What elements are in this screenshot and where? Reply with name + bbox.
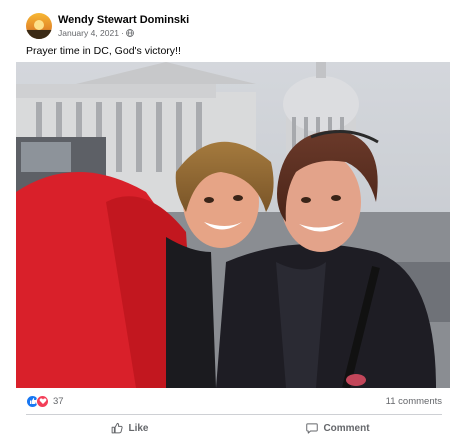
post-actions: Like Comment: [26, 417, 442, 439]
comment-count[interactable]: 11 comments: [386, 396, 442, 407]
like-button[interactable]: Like: [26, 417, 234, 439]
facebook-post: Wendy Stewart Dominski January 4, 2021 ·…: [0, 0, 476, 442]
comment-button[interactable]: Comment: [234, 417, 442, 439]
author-name[interactable]: Wendy Stewart Dominski: [58, 14, 189, 27]
actions-divider: [26, 414, 442, 415]
like-label: Like: [128, 422, 149, 434]
reaction-count: 37: [53, 395, 64, 407]
post-meta: January 4, 2021 ·: [58, 28, 189, 39]
post-header: Wendy Stewart Dominski January 4, 2021 ·: [26, 12, 189, 40]
comment-label: Comment: [323, 422, 370, 434]
post-photo[interactable]: [16, 62, 450, 388]
globe-icon[interactable]: [125, 29, 134, 37]
reactions-summary[interactable]: 37: [26, 394, 64, 408]
author-avatar[interactable]: [26, 13, 52, 39]
post-text: Prayer time in DC, God's victory!!: [26, 45, 181, 57]
comment-bubble-icon: [306, 423, 319, 434]
love-reaction-icon: [36, 394, 49, 408]
post-date[interactable]: January 4, 2021: [58, 28, 119, 39]
post-stats: 37 11 comments: [26, 394, 442, 408]
meta-separator: ·: [120, 27, 124, 38]
thumbs-up-icon: [112, 422, 124, 434]
